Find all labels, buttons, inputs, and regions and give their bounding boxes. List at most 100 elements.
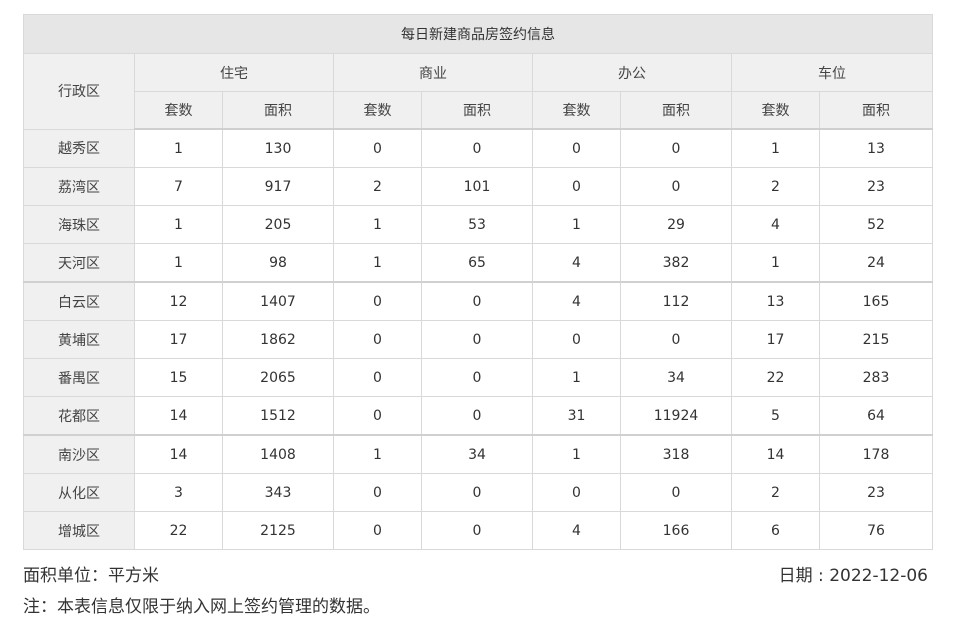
subheader-units: 套数 [532, 91, 621, 130]
subheader-area: 面积 [421, 91, 533, 130]
area-cell: 64 [818, 396, 934, 436]
units-cell: 1 [134, 243, 223, 283]
units-cell: 0 [333, 281, 422, 321]
units-cell: 15 [134, 358, 223, 397]
units-cell: 3 [134, 473, 223, 512]
units-cell: 1 [532, 434, 621, 474]
units-cell: 2 [731, 473, 820, 512]
units-cell: 4 [532, 511, 621, 550]
units-cell: 2 [731, 167, 820, 206]
district-cell: 花都区 [23, 396, 135, 436]
district-cell: 从化区 [23, 473, 135, 512]
table-row: 越秀区 1 130 0 0 0 0 1 13 [23, 128, 934, 168]
area-cell: 1408 [222, 434, 334, 474]
subheader-units: 套数 [134, 91, 223, 130]
area-cell: 52 [818, 205, 934, 244]
area-cell: 0 [421, 358, 533, 397]
units-cell: 14 [134, 396, 223, 436]
district-cell: 黄埔区 [23, 320, 135, 359]
district-cell: 海珠区 [23, 205, 135, 244]
report-date: 日期 : 2022-12-06 [778, 566, 928, 586]
area-cell: 0 [421, 511, 533, 550]
area-cell: 318 [620, 434, 732, 474]
units-cell: 1 [731, 243, 820, 283]
area-cell: 205 [222, 205, 334, 244]
units-cell: 6 [731, 511, 820, 550]
area-cell: 0 [620, 167, 732, 206]
units-cell: 1 [731, 128, 820, 168]
area-cell: 166 [620, 511, 732, 550]
table-row: 荔湾区 7 917 2 101 0 0 2 23 [23, 167, 934, 206]
table-title: 每日新建商品房签约信息 [22, 14, 934, 54]
table-row: 南沙区 14 1408 1 34 1 318 14 178 [23, 434, 934, 474]
units-cell: 0 [532, 167, 621, 206]
area-cell: 13 [818, 128, 934, 168]
units-cell: 0 [333, 320, 422, 359]
district-cell: 白云区 [23, 281, 135, 321]
units-cell: 22 [731, 358, 820, 397]
units-cell: 1 [333, 243, 422, 283]
area-cell: 98 [222, 243, 334, 283]
group-header-parking: 车位 [730, 53, 934, 92]
area-cell: 76 [818, 511, 934, 550]
area-cell: 53 [421, 205, 533, 244]
area-cell: 29 [620, 205, 732, 244]
area-cell: 65 [421, 243, 533, 283]
area-cell: 165 [818, 281, 934, 321]
units-cell: 0 [333, 473, 422, 512]
area-cell: 34 [620, 358, 732, 397]
area-cell: 130 [222, 128, 334, 168]
units-cell: 14 [134, 434, 223, 474]
table-row: 增城区 22 2125 0 0 4 166 6 76 [23, 511, 934, 550]
units-cell: 17 [731, 320, 820, 359]
units-cell: 0 [333, 358, 422, 397]
units-cell: 4 [532, 281, 621, 321]
area-cell: 382 [620, 243, 732, 283]
units-cell: 0 [333, 511, 422, 550]
units-cell: 1 [532, 358, 621, 397]
footer-line-2: 注：本表信息仅限于纳入网上签约管理的数据。 [23, 592, 932, 617]
table-row: 天河区 1 98 1 65 4 382 1 24 [23, 243, 934, 283]
units-cell: 0 [532, 320, 621, 359]
district-cell: 越秀区 [23, 128, 135, 168]
area-cell: 0 [421, 128, 533, 168]
district-cell: 荔湾区 [23, 167, 135, 206]
group-header-office: 办公 [532, 53, 732, 92]
district-cell: 番禺区 [23, 358, 135, 397]
area-cell: 24 [818, 243, 934, 283]
table-body: 越秀区 1 130 0 0 0 0 1 13 荔湾区 7 917 2 101 0 0 2 23 海珠区 1 205 1 53… [23, 128, 934, 550]
area-cell: 2065 [222, 358, 334, 397]
district-column-header: 行政区 [23, 53, 135, 130]
units-cell: 0 [532, 128, 621, 168]
area-cell: 23 [818, 167, 934, 206]
area-cell: 1512 [222, 396, 334, 436]
subheader-units: 套数 [731, 91, 820, 130]
units-cell: 12 [134, 281, 223, 321]
district-cell: 增城区 [23, 511, 135, 550]
area-cell: 917 [222, 167, 334, 206]
units-cell: 1 [333, 434, 422, 474]
group-header-residential: 住宅 [134, 53, 334, 92]
subheader-units: 套数 [333, 91, 422, 130]
area-cell: 0 [620, 128, 732, 168]
units-cell: 1 [134, 205, 223, 244]
area-cell: 215 [818, 320, 934, 359]
area-cell: 1407 [222, 281, 334, 321]
area-cell: 0 [421, 320, 533, 359]
table-row: 番禺区 15 2065 0 0 1 34 22 283 [23, 358, 934, 397]
table-row: 白云区 12 1407 0 0 4 112 13 165 [23, 281, 934, 321]
footer-line-1: 面积单位：平方米 日期 : 2022-12-06 [23, 561, 932, 586]
area-cell: 11924 [620, 396, 732, 436]
area-cell: 0 [620, 473, 732, 512]
table-row: 花都区 14 1512 0 0 31 11924 5 64 [23, 396, 934, 436]
units-cell: 4 [532, 243, 621, 283]
subheader-area: 面积 [818, 91, 934, 130]
area-cell: 23 [818, 473, 934, 512]
area-unit-note: 面积单位：平方米 [23, 566, 159, 586]
signing-info-table: 每日新建商品房签约信息 行政区 住宅 商业 办公 车位 套数 面积 套数 面积 … [22, 14, 934, 550]
units-cell: 1 [134, 128, 223, 168]
units-cell: 5 [731, 396, 820, 436]
area-cell: 34 [421, 434, 533, 474]
units-cell: 7 [134, 167, 223, 206]
units-cell: 2 [333, 167, 422, 206]
